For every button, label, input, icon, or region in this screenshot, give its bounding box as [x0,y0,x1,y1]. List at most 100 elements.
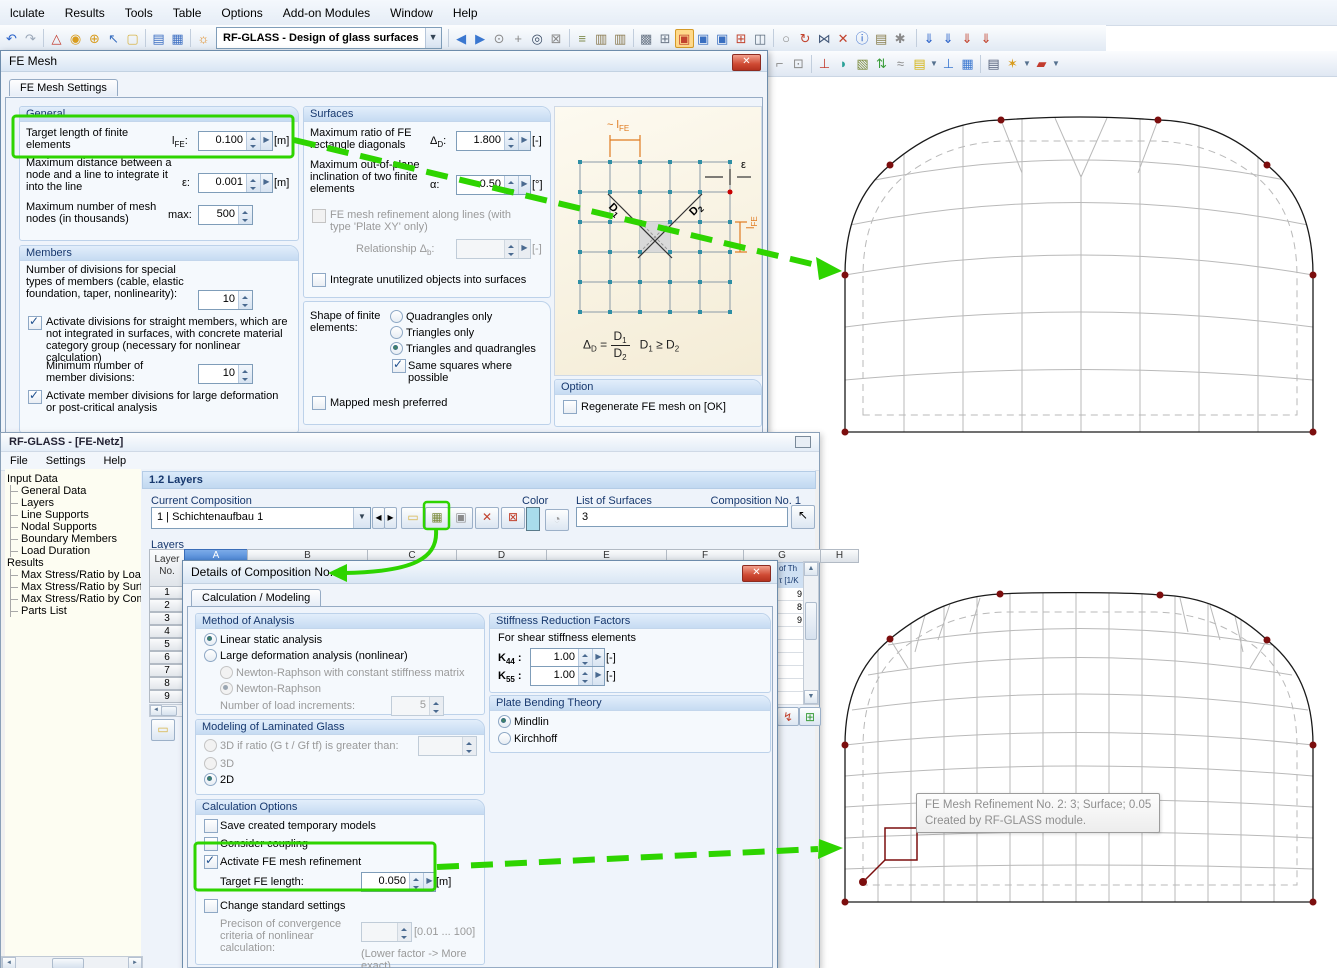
spinner-arrows[interactable] [238,365,252,383]
target-length-input[interactable]: 0.100 ▶ [198,131,273,151]
straight-members-checkbox[interactable] [28,316,42,330]
daylight-icon[interactable]: ☼ [194,29,213,48]
import-table-icon[interactable]: ⇓ [939,29,958,48]
chevron-down-icon[interactable]: ▼ [353,508,370,528]
redo-icon[interactable]: ↷ [21,29,40,48]
edit-composition-icon[interactable]: ▦ [425,507,449,529]
panels-icon[interactable]: ▤ [910,54,929,73]
undo-icon[interactable]: ↶ [2,29,21,48]
menu-calculate[interactable]: lculate [0,2,55,24]
scroll-thumb[interactable] [52,958,84,968]
info-icon[interactable]: ⓘ [853,29,872,48]
menu-addon-modules[interactable]: Add-on Modules [273,2,380,24]
chevron-down-icon[interactable]: ▼ [1022,54,1032,73]
export-model-icon[interactable]: ⇓ [958,29,977,48]
load-increments-input[interactable]: 5 [391,696,444,716]
deformation-icon[interactable]: ⊥ [815,54,834,73]
delete-composition-icon[interactable]: ✕ [475,507,499,529]
supports-display-icon[interactable]: ⊥ [939,54,958,73]
max-nodes-input[interactable]: 500 [198,205,253,225]
palette-icon[interactable]: ◔ [545,509,569,531]
result-vectors-icon[interactable]: ⇅ [872,54,891,73]
spinner-arrows[interactable] [578,649,592,667]
menu-options[interactable]: Options [211,2,272,24]
new-window-icon[interactable]: ▢ [123,29,142,48]
printout-report-icon[interactable]: ▤ [984,54,1003,73]
import-model-icon[interactable]: ⇓ [920,29,939,48]
scroll-right-icon[interactable]: ► [128,957,142,968]
target-fe-length-input[interactable]: 0.050 ▶ [361,872,436,892]
min-divisions-input[interactable]: 10 [198,364,253,384]
layer-row-3[interactable]: 3 [149,612,185,625]
menu-window[interactable]: Window [380,2,443,24]
delete-all-compositions-icon[interactable]: ⊠ [501,507,525,529]
composition-select[interactable]: 1 | Schichtenaufbau 1 ▼ [151,507,371,529]
pan-tool-icon[interactable]: ⌐ [770,54,789,73]
spinner-arrows[interactable] [462,737,476,755]
spinner-arrows[interactable] [246,132,260,150]
linear-static-radio[interactable] [204,633,217,646]
smooth-results-icon[interactable]: ≈ [891,54,910,73]
detail-arrow-icon[interactable]: ▶ [518,176,530,194]
tree-max-stress-loading[interactable]: Max Stress/Ratio by Loading [11,569,141,581]
spinner-arrows[interactable] [504,132,518,150]
fe-mesh-dialog-titlebar[interactable]: FE Mesh [1,51,767,72]
layer-row-8[interactable]: 8 [149,677,185,690]
spinner-arrows[interactable] [504,240,518,258]
newton-raphson-radio[interactable] [220,682,233,695]
consider-coupling-checkbox[interactable] [204,837,218,851]
layer-row-1[interactable]: 1 [149,586,185,599]
snap-icon[interactable]: ⊙ [490,29,509,48]
tree-hscrollbar[interactable]: ◄ ► [1,956,143,968]
chevron-down-icon[interactable]: ▼ [425,28,441,48]
clipping-icon[interactable]: ⊠ [547,29,566,48]
scroll-thumb[interactable] [805,602,817,640]
layer-no-header[interactable]: LayerNo. [149,549,185,591]
edit-table-icon[interactable]: ▭ [151,719,175,741]
select-special-icon[interactable]: ↯ [777,707,799,726]
forward-icon[interactable]: ▶ [471,29,490,48]
isolines-icon[interactable]: ◗ [834,54,853,73]
large-deformation-checkbox[interactable] [28,390,42,404]
spinner-arrows[interactable] [504,176,518,194]
tree-line-supports[interactable]: Line Supports [11,509,141,521]
table-hscrollbar[interactable]: ◄ [149,704,185,717]
mesh-gen-settings-icon[interactable]: ⊞ [656,29,675,48]
detail-arrow-icon[interactable]: ▶ [518,240,530,258]
tree-parts-list[interactable]: Parts List [11,605,141,617]
layer-row-2[interactable]: 2 [149,599,185,612]
max-ratio-input[interactable]: 1.800 ▶ [456,131,531,151]
printout-icon[interactable]: ▥ [611,29,630,48]
notes-icon[interactable]: ▤ [872,29,891,48]
mesh-quality-icon[interactable]: ⊞ [732,29,751,48]
layer-row-6[interactable]: 6 [149,651,185,664]
results-tables-icon[interactable]: ▥ [592,29,611,48]
copy-composition-icon[interactable]: ▣ [449,507,473,529]
menu-settings[interactable]: Settings [37,453,95,469]
inclination-input[interactable]: 0.50 ▶ [456,175,531,195]
quadrangles-radio[interactable] [390,310,403,323]
detail-arrow-icon[interactable]: ▶ [518,132,530,150]
spinner-arrows[interactable] [238,206,252,224]
layer-row-7[interactable]: 7 [149,664,185,677]
precision-input[interactable] [361,922,412,942]
report-list-icon[interactable]: ▤ [149,29,168,48]
tree-general-data[interactable]: General Data [11,485,141,497]
scroll-left-icon[interactable]: ◄ [2,957,16,968]
menu-results[interactable]: Results [55,2,115,24]
spinner-arrows[interactable] [578,667,592,685]
triangles-radio[interactable] [390,326,403,339]
detail-arrow-icon[interactable]: ▶ [592,649,604,667]
fe-mesh-view-icon[interactable]: ▣ [713,29,732,48]
chevron-down-icon[interactable]: ▼ [1051,54,1061,73]
k55-input[interactable]: 1.00 ▶ [530,666,605,686]
guidelines-icon[interactable]: + [509,29,528,48]
spinner-arrows[interactable] [397,923,411,941]
color-swatch[interactable] [526,507,540,531]
spinner-arrows[interactable] [238,291,252,309]
details-dialog-titlebar[interactable]: Details of Composition No. 1 [183,561,777,584]
ratio-3d-input[interactable] [418,736,477,756]
grab-icon[interactable]: ⊡ [789,54,808,73]
zoom-all-icon[interactable]: ◉ [66,29,85,48]
window-controls-icon[interactable] [795,436,811,448]
